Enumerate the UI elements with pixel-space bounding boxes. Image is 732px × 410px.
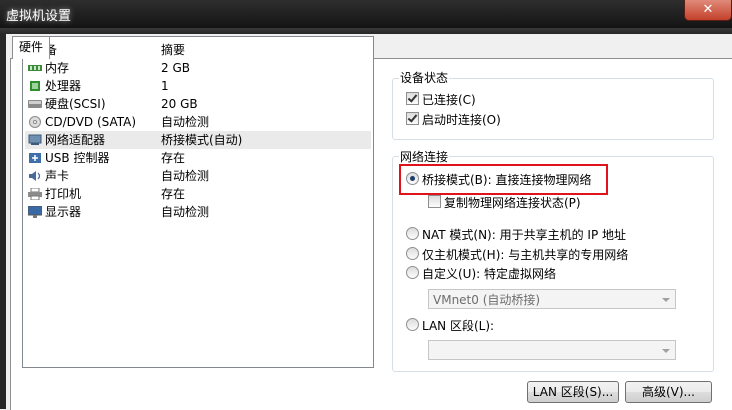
device-row-cd-dvd[interactable]: CD/DVD (SATA) 自动检测 [25, 113, 371, 131]
device-summary: 自动检测 [161, 205, 210, 219]
device-list[interactable]: 设备 摘要 内存 2 GB 处理器 1 硬盘(SCSI) 20 GB CD/DV… [22, 36, 374, 368]
close-button[interactable]: ✕ [684, 0, 732, 21]
advanced-button[interactable]: 高级(V)... [625, 381, 712, 403]
replicate-state-checkbox[interactable] [428, 195, 441, 208]
check-icon [407, 92, 418, 103]
connected-label[interactable]: 已连接(C) [422, 91, 476, 108]
device-name: 硬盘(SCSI) [45, 97, 106, 111]
device-name: CD/DVD (SATA) [45, 115, 137, 129]
tab-hardware[interactable]: 硬件 [12, 36, 51, 59]
column-header-summary[interactable]: 摘要 [161, 41, 185, 57]
device-row-processor[interactable]: 处理器 1 [25, 77, 371, 95]
device-row-network-adapter[interactable]: 网络适配器 桥接模式(自动) [25, 131, 371, 149]
device-row-memory[interactable]: 内存 2 GB [25, 59, 371, 77]
device-row-usb-controller[interactable]: USB 控制器 存在 [25, 149, 371, 167]
device-summary: 桥接模式(自动) [161, 133, 243, 147]
device-name: 声卡 [45, 169, 70, 183]
host-only-label[interactable]: 仅主机模式(H): 与主机共享的专用网络 [422, 246, 628, 263]
device-name: 处理器 [45, 79, 82, 93]
device-name: 显示器 [45, 205, 82, 219]
device-name: 内存 [45, 61, 70, 75]
replicate-state-label[interactable]: 复制物理网络连接状态(P) [444, 194, 581, 211]
device-summary: 20 GB [161, 97, 198, 111]
monitor-icon [28, 206, 42, 218]
device-status-label: 设备状态 [399, 69, 450, 86]
network-connection-label: 网络连接 [399, 148, 450, 165]
host-only-radio[interactable] [406, 247, 419, 260]
window-title: 虚拟机设置 [6, 9, 72, 24]
lan-segment-radio[interactable] [406, 318, 419, 331]
network-adapter-icon [28, 134, 42, 145]
device-name: 网络适配器 [45, 133, 106, 147]
printer-icon [28, 188, 42, 200]
device-summary: 自动检测 [161, 115, 210, 129]
device-summary: 2 GB [161, 61, 190, 75]
connect-at-power-on-label[interactable]: 启动时连接(O) [422, 111, 501, 128]
device-row-sound-card[interactable]: 声卡 自动检测 [25, 167, 371, 185]
lan-segment-select[interactable] [428, 340, 676, 360]
chevron-down-icon [662, 298, 670, 302]
highlight-box [399, 164, 608, 195]
connect-at-power-on-checkbox[interactable] [406, 112, 419, 125]
check-icon [407, 112, 418, 123]
custom-network-select[interactable]: VMnet0 (自动桥接) [428, 289, 676, 309]
device-name: 打印机 [45, 187, 82, 201]
device-summary: 1 [161, 79, 169, 93]
close-icon: ✕ [702, 2, 714, 17]
lan-segments-button[interactable]: LAN 区段(S)... [527, 381, 619, 403]
device-status-group [392, 78, 714, 140]
device-row-display[interactable]: 显示器 自动检测 [25, 203, 371, 221]
device-summary: 存在 [161, 151, 186, 165]
chevron-down-icon [662, 349, 670, 353]
nat-radio[interactable] [406, 227, 419, 240]
device-summary: 自动检测 [161, 169, 210, 183]
lan-segment-label[interactable]: LAN 区段(L): [422, 317, 494, 334]
custom-radio[interactable] [406, 266, 419, 279]
title-bar: 虚拟机设置 ✕ [0, 0, 732, 28]
device-name: USB 控制器 [45, 151, 110, 165]
device-row-hard-disk[interactable]: 硬盘(SCSI) 20 GB [25, 95, 371, 113]
custom-network-value: VMnet0 (自动桥接) [433, 293, 541, 307]
memory-icon [28, 65, 42, 71]
hard-disk-icon [28, 100, 42, 108]
speaker-icon [29, 171, 41, 181]
custom-label[interactable]: 自定义(U): 特定虚拟网络 [422, 265, 556, 282]
connected-checkbox[interactable] [406, 92, 419, 105]
cpu-icon [30, 81, 40, 91]
usb-icon [29, 153, 41, 163]
device-row-printer[interactable]: 打印机 存在 [25, 185, 371, 203]
device-summary: 存在 [161, 187, 186, 201]
nat-label[interactable]: NAT 模式(N): 用于共享主机的 IP 地址 [422, 226, 626, 243]
cd-dvd-icon [29, 116, 41, 128]
